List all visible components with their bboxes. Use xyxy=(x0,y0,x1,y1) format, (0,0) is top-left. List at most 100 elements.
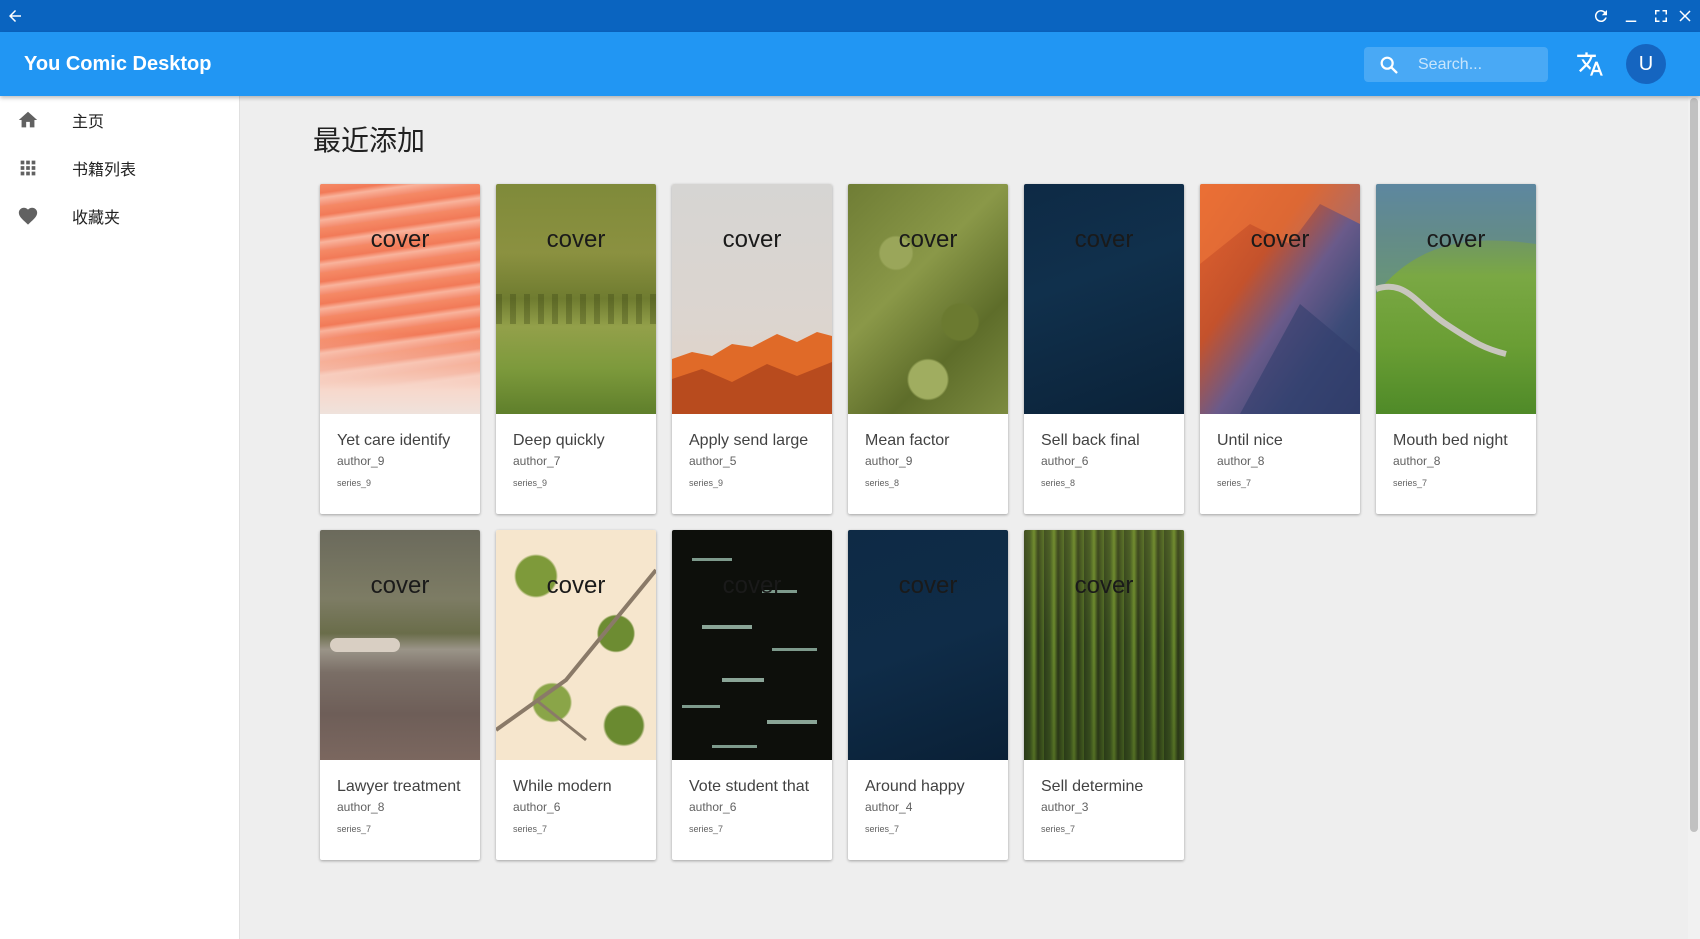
book-title: Lawyer treatment xyxy=(337,778,461,795)
book-title: Mean factor xyxy=(865,432,950,449)
book-author: author_5 xyxy=(689,454,737,468)
book-series: series_7 xyxy=(1217,478,1252,488)
book-card[interactable]: cover Apply send large author_5 series_9 xyxy=(672,184,832,514)
book-card[interactable]: cover Deep quickly author_7 series_9 xyxy=(496,184,656,514)
cover-label: cover xyxy=(722,572,782,599)
book-title: Vote student that xyxy=(689,778,810,795)
book-card[interactable]: cover Around happy author_4 series_7 xyxy=(848,530,1008,860)
search-input[interactable] xyxy=(1418,47,1544,82)
fullscreen-icon xyxy=(1655,10,1667,22)
book-title: Sell back final xyxy=(1041,432,1140,449)
book-card[interactable]: cover Sell back final author_6 series_8 xyxy=(1024,184,1184,514)
cover-label: cover xyxy=(898,226,958,253)
hill-road-image xyxy=(1376,184,1536,357)
sidebar-item-home[interactable]: 主页 xyxy=(0,96,239,144)
book-cover: cover xyxy=(1200,184,1360,414)
cover-label: cover xyxy=(546,226,606,253)
book-author: author_8 xyxy=(1217,454,1265,468)
book-title: Until nice xyxy=(1217,432,1283,449)
app-title: You Comic Desktop xyxy=(24,53,212,75)
book-card[interactable]: cover Lawyer treatment author_8 series_7 xyxy=(320,530,480,860)
book-cover: cover xyxy=(1376,184,1536,414)
book-author: author_3 xyxy=(1041,800,1089,814)
book-series: series_7 xyxy=(1393,478,1428,488)
book-cover: cover xyxy=(320,184,480,414)
water-reflection-image xyxy=(682,558,817,748)
book-series: series_9 xyxy=(513,478,548,488)
minimize-button[interactable] xyxy=(1616,0,1646,32)
book-series: series_8 xyxy=(865,478,900,488)
cover-label: cover xyxy=(546,572,606,599)
book-title: While modern xyxy=(513,778,612,795)
book-card[interactable]: cover Vote student that author_6 series_… xyxy=(672,530,832,860)
book-title: Around happy xyxy=(865,778,965,795)
cover-label: cover xyxy=(370,226,430,253)
book-card[interactable]: cover Mean factor author_9 series_8 xyxy=(848,184,1008,514)
home-icon xyxy=(18,111,38,128)
close-button[interactable] xyxy=(1670,0,1700,32)
mountain-image xyxy=(1200,184,1360,414)
cover-label: cover xyxy=(1250,226,1310,253)
book-cover: cover xyxy=(848,184,1008,414)
book-card[interactable]: cover Until nice author_8 series_7 xyxy=(1200,184,1360,514)
book-cover: cover xyxy=(496,530,656,760)
book-card[interactable]: cover Yet care identify author_9 series_… xyxy=(320,184,480,514)
sidebar-item-book-list[interactable]: 书籍列表 xyxy=(0,144,239,192)
main-scrollbar[interactable] xyxy=(1688,96,1700,939)
sidebar-item-label: 主页 xyxy=(72,114,105,131)
book-cover: cover xyxy=(672,530,832,760)
cover-label: cover xyxy=(898,572,958,599)
cover-label: cover xyxy=(370,572,430,599)
sidebar-item-favorites[interactable]: 收藏夹 xyxy=(0,192,239,240)
book-card[interactable]: cover While modern author_6 series_7 xyxy=(496,530,656,860)
book-author: author_9 xyxy=(865,454,913,468)
scrollbar-thumb[interactable] xyxy=(1690,98,1698,832)
cover-label: cover xyxy=(1426,226,1486,253)
book-title: Sell determine xyxy=(1041,778,1144,795)
sidebar-item-label: 书籍列表 xyxy=(72,162,137,179)
translate-icon xyxy=(1577,52,1603,76)
book-series: series_7 xyxy=(337,824,372,834)
back-button[interactable] xyxy=(0,0,30,32)
book-series: series_9 xyxy=(337,478,372,488)
book-title: Mouth bed night xyxy=(1393,432,1508,449)
book-cover: cover xyxy=(1024,184,1184,414)
app-bar: You Comic Desktop U xyxy=(0,32,1700,96)
book-series: series_7 xyxy=(1041,824,1076,834)
refresh-icon xyxy=(1594,10,1607,23)
book-cover: cover xyxy=(848,530,1008,760)
book-card[interactable]: cover Sell determine author_3 series_7 xyxy=(1024,530,1184,860)
book-title: Yet care identify xyxy=(337,432,451,449)
book-author: author_6 xyxy=(689,800,737,814)
book-author: author_9 xyxy=(337,454,385,468)
book-author: author_6 xyxy=(513,800,561,814)
cover-label: cover xyxy=(722,226,782,253)
arrow-left-icon xyxy=(9,10,21,22)
book-series: series_9 xyxy=(689,478,724,488)
book-cover: cover xyxy=(496,184,656,414)
sidebar-item-label: 收藏夹 xyxy=(72,210,121,227)
book-author: author_7 xyxy=(513,454,561,468)
grid-icon xyxy=(20,160,36,176)
book-series: series_7 xyxy=(513,824,548,834)
book-title: Deep quickly xyxy=(513,432,605,449)
user-avatar[interactable]: U xyxy=(1626,44,1666,84)
refresh-button[interactable] xyxy=(1586,0,1616,32)
book-title: Apply send large xyxy=(689,432,809,449)
book-series: series_7 xyxy=(865,824,900,834)
cover-label: cover xyxy=(1074,572,1134,599)
search-icon xyxy=(1380,56,1398,74)
book-cover: cover xyxy=(1024,530,1184,760)
mountain-image xyxy=(672,332,832,414)
sidebar: 主页 书籍列表 收藏夹 xyxy=(0,96,240,939)
heart-icon xyxy=(18,207,38,225)
search-box[interactable] xyxy=(1364,47,1548,82)
book-series: series_8 xyxy=(1041,478,1076,488)
book-cover: cover xyxy=(672,184,832,414)
language-button[interactable] xyxy=(1576,50,1604,78)
book-card[interactable]: cover Mouth bed night author_8 series_7 xyxy=(1376,184,1536,514)
cover-label: cover xyxy=(1074,226,1134,253)
close-icon xyxy=(1679,10,1691,22)
book-series: series_7 xyxy=(689,824,724,834)
branch-image xyxy=(496,568,656,742)
